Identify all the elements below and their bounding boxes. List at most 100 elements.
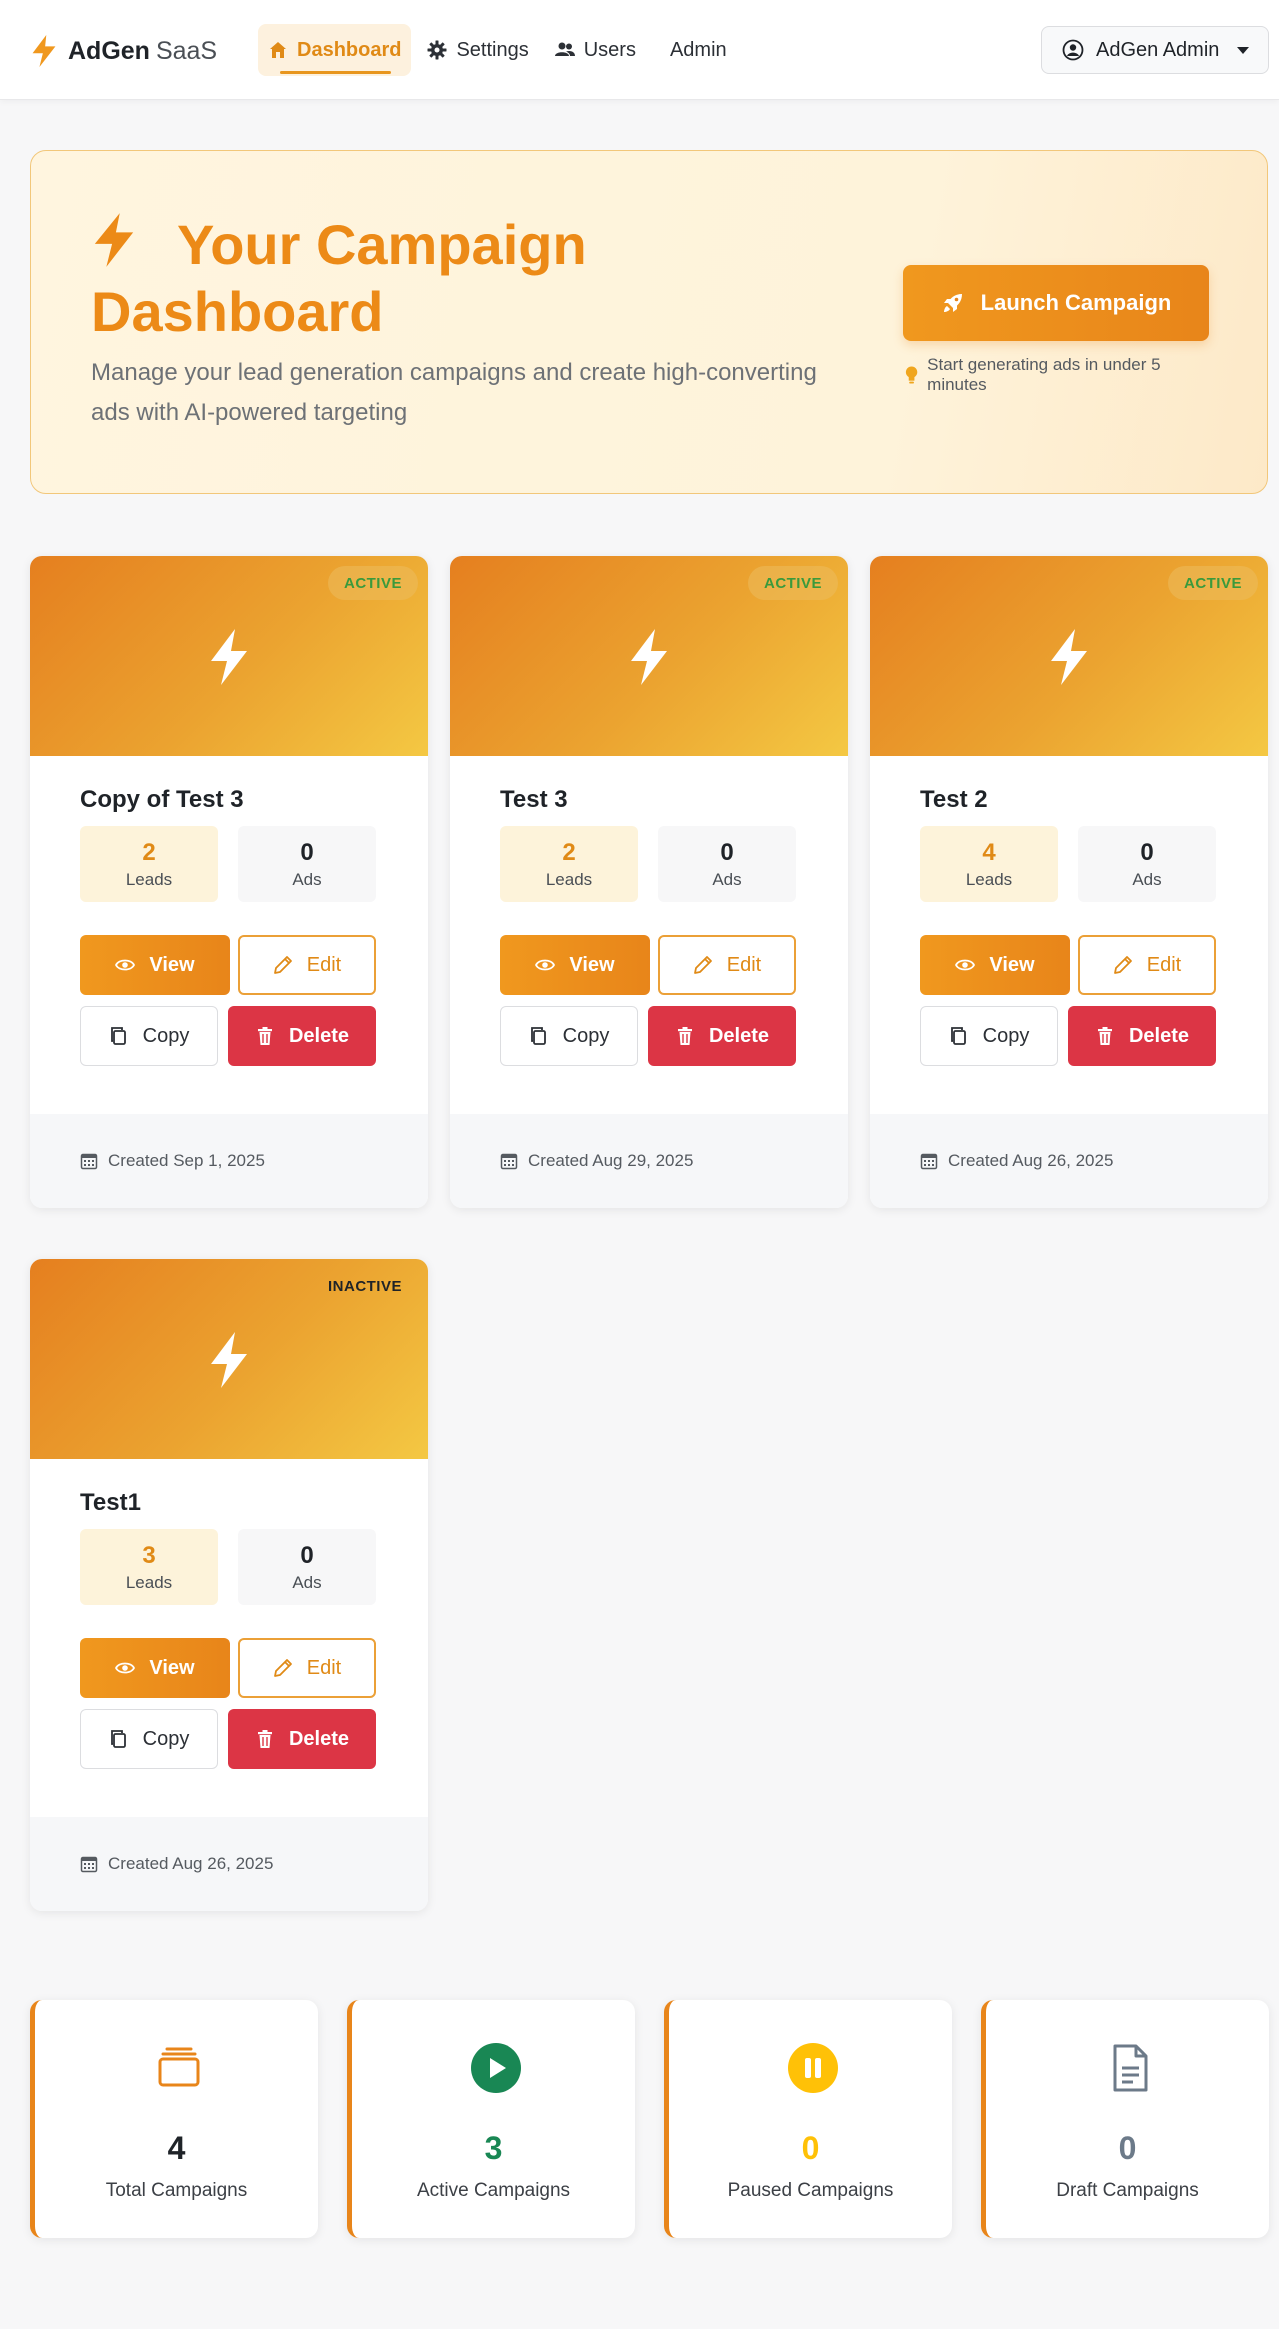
view-label: View: [149, 953, 195, 976]
campaign-title: Test 2: [920, 786, 988, 813]
status-badge: ACTIVE: [327, 566, 418, 600]
delete-label: Delete: [288, 1727, 350, 1750]
copy-button[interactable]: Copy: [500, 1006, 638, 1066]
launch-campaign-label: Launch Campaign: [980, 290, 1172, 315]
delete-button[interactable]: Delete: [228, 1006, 376, 1066]
edit-button[interactable]: Edit: [238, 1638, 376, 1698]
ads-stat: 0 Ads: [238, 826, 376, 902]
users-icon: [554, 42, 575, 56]
document-icon: [1113, 2044, 1148, 2092]
pencil-icon: [1113, 956, 1132, 974]
ads-stat: 0 Ads: [238, 1529, 376, 1605]
ads-label: Ads: [712, 870, 742, 889]
brand-suffix: SaaS: [155, 36, 218, 65]
active-campaigns-card: 3 Active Campaigns: [347, 2000, 635, 2238]
card-footer: Created Sep 1, 2025: [30, 1114, 428, 1208]
hero-hint-text: Start generating ads in under 5 minutes: [927, 355, 1161, 394]
lightning-icon: [1051, 629, 1087, 685]
campaign-card: INACTIVE Test1 3 Leads 0 Ads View Edit C…: [30, 1259, 428, 1911]
copy-icon: [950, 1027, 966, 1045]
leads-stat: 4 Leads: [920, 826, 1058, 902]
edit-button[interactable]: Edit: [658, 935, 796, 995]
trash-icon: [677, 1027, 692, 1045]
ads-count: 0: [720, 839, 734, 866]
card-banner: INACTIVE: [30, 1259, 428, 1459]
eye-icon: [115, 959, 136, 971]
delete-button[interactable]: Delete: [228, 1709, 376, 1769]
status-badge: ACTIVE: [1167, 566, 1258, 600]
created-date: Created Aug 29, 2025: [528, 1151, 694, 1170]
user-menu-button[interactable]: AdGen Admin: [1041, 26, 1269, 74]
calendar-icon: [920, 1153, 938, 1170]
view-label: View: [149, 1656, 195, 1679]
edit-button[interactable]: Edit: [1078, 935, 1216, 995]
ads-count: 0: [300, 1542, 314, 1569]
campaign-title: Copy of Test 3: [80, 786, 244, 813]
nav-settings[interactable]: Settings: [417, 24, 538, 76]
copy-icon: [110, 1027, 126, 1045]
pause-icon: [788, 2043, 838, 2093]
leads-count: 2: [562, 839, 576, 866]
active-campaigns-label: Active Campaigns: [416, 2180, 571, 2201]
delete-button[interactable]: Delete: [1068, 1006, 1216, 1066]
view-button[interactable]: View: [920, 935, 1070, 995]
edit-button[interactable]: Edit: [238, 935, 376, 995]
user-circle-icon: [1062, 39, 1084, 61]
campaign-card: ACTIVE Test 2 4 Leads 0 Ads View Edit Co…: [870, 556, 1268, 1208]
card-footer: Created Aug 26, 2025: [870, 1114, 1268, 1208]
ads-stat: 0 Ads: [1078, 826, 1216, 902]
trash-icon: [257, 1730, 272, 1748]
gear-icon: [427, 40, 447, 60]
nav-users[interactable]: Users: [545, 24, 646, 76]
status-badge: ACTIVE: [747, 566, 838, 600]
leads-count: 4: [982, 839, 996, 866]
ads-count: 0: [300, 839, 314, 866]
hero-hint: Start generating ads in under 5 minutes: [904, 355, 1209, 395]
copy-button[interactable]: Copy: [920, 1006, 1058, 1066]
user-name: AdGen Admin: [1096, 38, 1220, 61]
edit-label: Edit: [306, 1656, 342, 1679]
leads-count: 2: [142, 839, 156, 866]
calendar-icon: [500, 1153, 518, 1170]
leads-count: 3: [142, 1542, 156, 1569]
copy-label: Copy: [982, 1024, 1030, 1047]
paused-campaigns-label: Paused Campaigns: [727, 2180, 894, 2201]
pencil-icon: [273, 956, 292, 974]
draft-campaigns-card: 0 Draft Campaigns: [981, 2000, 1269, 2238]
nav-dashboard[interactable]: Dashboard: [258, 24, 412, 76]
total-campaigns-value: 4: [167, 2130, 186, 2166]
view-button[interactable]: View: [500, 935, 650, 995]
leads-stat: 2 Leads: [80, 826, 218, 902]
view-button[interactable]: View: [80, 1638, 230, 1698]
home-icon: [270, 42, 286, 58]
nav-admin-label: Admin: [669, 38, 727, 61]
copy-button[interactable]: Copy: [80, 1709, 218, 1769]
hero-subtitle: Manage your lead generation campaigns an…: [91, 359, 817, 426]
eye-icon: [535, 959, 556, 971]
lightbulb-icon: [905, 366, 918, 384]
card-banner: ACTIVE: [870, 556, 1268, 756]
delete-button[interactable]: Delete: [648, 1006, 796, 1066]
hero-banner: Your Campaign Dashboard Manage your lead…: [30, 150, 1268, 494]
trash-icon: [257, 1027, 272, 1045]
view-label: View: [569, 953, 615, 976]
stack-icon: [158, 2047, 200, 2087]
campaign-card: ACTIVE Copy of Test 3 2 Leads 0 Ads View…: [30, 556, 428, 1208]
nav-admin[interactable]: Admin: [652, 24, 737, 76]
leads-label: Leads: [545, 870, 593, 889]
nav-dashboard-label: Dashboard: [297, 38, 402, 61]
edit-label: Edit: [306, 953, 342, 976]
delete-label: Delete: [288, 1024, 350, 1047]
copy-icon: [110, 1730, 126, 1748]
hero-title-text: Your Campaign Dashboard: [91, 213, 587, 343]
copy-icon: [530, 1027, 546, 1045]
ads-count: 0: [1140, 839, 1154, 866]
launch-campaign-button[interactable]: Launch Campaign: [903, 265, 1209, 341]
brand-name: AdGen: [68, 36, 150, 65]
chevron-down-icon: [1237, 46, 1250, 54]
view-button[interactable]: View: [80, 935, 230, 995]
brand-logo[interactable]: AdGen SaaS: [30, 34, 217, 68]
copy-button[interactable]: Copy: [80, 1006, 218, 1066]
card-banner: ACTIVE: [30, 556, 428, 756]
page-title: Your Campaign Dashboard: [91, 211, 651, 345]
